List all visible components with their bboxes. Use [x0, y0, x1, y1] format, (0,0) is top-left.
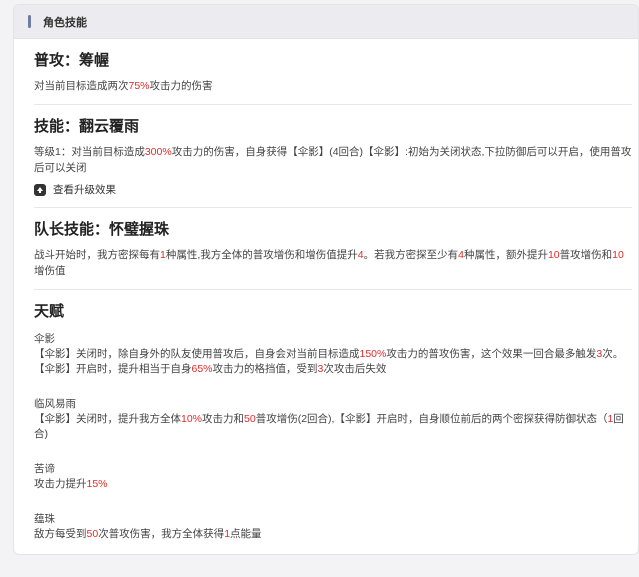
talent-item: 苦谛 攻击力提升15%	[34, 462, 632, 492]
talent-name: 蕴珠	[34, 513, 55, 525]
highlight-value: 10%	[181, 413, 203, 425]
highlight-value: 15%	[86, 478, 108, 490]
desc-text: 普攻增伤(2回合),【伞影】开启时，自身顺位前后的两个密探获得防御状态（	[255, 413, 608, 425]
arrow-up-icon	[34, 183, 46, 196]
desc-text: 攻击力提升	[34, 478, 87, 490]
highlight-value: 65%	[191, 363, 213, 375]
view-upgrade-label: 查看升级效果	[53, 184, 116, 196]
talent-desc: 【伞影】关闭时，提升我方全体10%攻击力和50普攻增伤(2回合),【伞影】开启时…	[34, 412, 632, 442]
card-title: 角色技能	[43, 16, 87, 29]
talent-name: 苦谛	[34, 463, 55, 475]
normal-attack-title: 普攻：筹幄	[34, 52, 110, 69]
talents-title: 天赋	[34, 303, 65, 320]
talent-item: 伞影 【伞影】关闭时，除自身外的队友使用普攻后，自身会对当前目标造成150%攻击…	[34, 332, 632, 377]
desc-text: 普攻增伤和	[559, 249, 613, 261]
desc-text: 敌方每受到	[34, 528, 87, 540]
highlight-value: 150%	[359, 348, 387, 360]
highlight-value: 75%	[128, 80, 150, 92]
leader-skill-title: 队长技能：怀璧握珠	[34, 221, 170, 238]
desc-text: 【伞影】开启时，提升相当于自身	[34, 363, 192, 375]
desc-text: 增伤值	[34, 265, 66, 277]
desc-text: 。若我方密探至少有	[363, 249, 459, 261]
desc-text: 种属性，额外提升	[463, 249, 548, 261]
desc-text: 次普攻伤害，我方全体获得	[98, 528, 225, 540]
skills-card: 角色技能 普攻：筹幄 对当前目标造成两次75%攻击力的伤害 技能：翻云覆雨 等级…	[13, 4, 639, 555]
skill-desc: 等级1：对当前目标造成300%攻击力的伤害，自身获得【伞影】(4回合)【伞影】:…	[34, 144, 632, 184]
desc-text: 种属性,我方全体的普攻增伤和增伤值提升	[165, 249, 358, 261]
talent-item: 蕴珠 敌方每受到50次普攻伤害，我方全体获得1点能量	[34, 512, 632, 542]
desc-text: 攻击力的伤害	[149, 80, 213, 92]
talent-desc: 【伞影】关闭时，除自身外的队友使用普攻后，自身会对当前目标造成150%攻击力的普…	[34, 347, 632, 362]
talent-desc: 攻击力提升15%	[34, 477, 632, 492]
view-upgrade-button[interactable]: 查看升级效果	[34, 182, 632, 207]
desc-text: 攻击力的格挡值，受到	[212, 363, 318, 375]
desc-text: 攻击力的普攻伤害，这个效果一回合最多触发	[386, 348, 597, 360]
desc-text: 次。	[602, 348, 624, 360]
talent-name: 临风易雨	[34, 398, 76, 410]
header-accent-bar	[28, 15, 31, 28]
desc-text: 【伞影】关闭时，提升我方全体	[34, 413, 181, 425]
desc-text: 等级1：对当前目标造成	[34, 146, 145, 158]
highlight-value: 10	[612, 249, 624, 261]
normal-attack-desc: 对当前目标造成两次75%攻击力的伤害	[34, 78, 632, 104]
skill-title: 技能：翻云覆雨	[34, 118, 140, 135]
leader-skill-section: 队长技能：怀璧握珠 战斗开始时，我方密探每有1种属性,我方全体的普攻增伤和增伤值…	[34, 208, 632, 290]
desc-text: 对当前目标造成两次	[34, 80, 129, 92]
talents-section: 天赋 伞影 【伞影】关闭时，除自身外的队友使用普攻后，自身会对当前目标造成150…	[34, 290, 632, 542]
desc-text: 点能量	[230, 528, 262, 540]
desc-text: 战斗开始时，我方密探每有	[34, 249, 160, 261]
leader-skill-desc: 战斗开始时，我方密探每有1种属性,我方全体的普攻增伤和增伤值提升4。若我方密探至…	[34, 247, 632, 289]
desc-text: 【伞影】关闭时，除自身外的队友使用普攻后，自身会对当前目标造成	[34, 348, 360, 360]
normal-attack-section: 普攻：筹幄 对当前目标造成两次75%攻击力的伤害	[34, 39, 632, 105]
highlight-value: 300%	[144, 146, 172, 158]
talent-item: 临风易雨 【伞影】关闭时，提升我方全体10%攻击力和50普攻增伤(2回合),【伞…	[34, 397, 632, 442]
highlight-value: 50	[244, 413, 256, 425]
talent-name: 伞影	[34, 333, 55, 345]
talent-desc: 敌方每受到50次普攻伤害，我方全体获得1点能量	[34, 527, 632, 542]
card-header: 角色技能	[14, 5, 638, 39]
skill-section: 技能：翻云覆雨 等级1：对当前目标造成300%攻击力的伤害，自身获得【伞影】(4…	[34, 105, 632, 208]
highlight-value: 10	[547, 249, 560, 261]
desc-text: 次攻击后失效	[323, 363, 387, 375]
talent-desc: 【伞影】开启时，提升相当于自身65%攻击力的格挡值，受到3次攻击后失效	[34, 362, 632, 377]
highlight-value: 50	[86, 528, 99, 540]
desc-text: 攻击力和	[202, 413, 245, 425]
